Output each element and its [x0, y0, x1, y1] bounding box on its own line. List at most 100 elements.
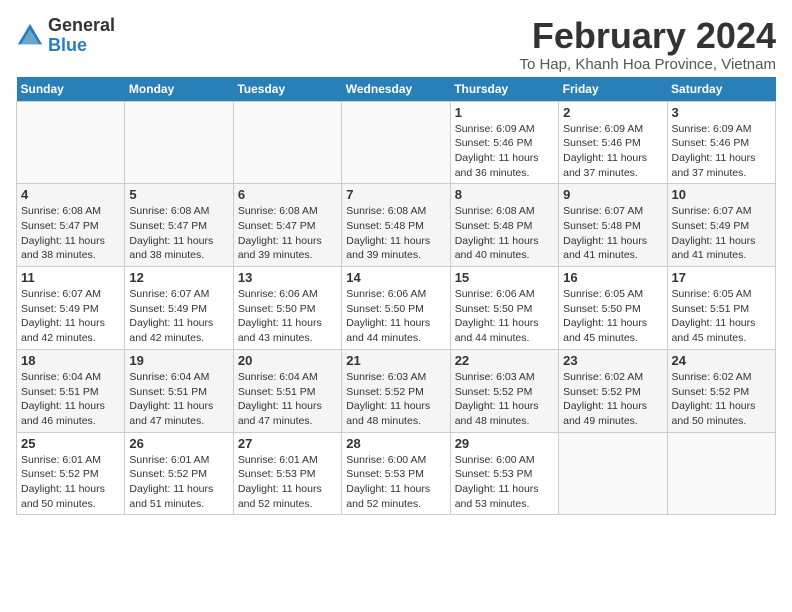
day-info: Sunrise: 6:01 AMSunset: 5:53 PMDaylight:… — [238, 453, 337, 512]
weekday-header-sunday: Sunday — [17, 77, 125, 102]
day-number: 16 — [563, 270, 662, 285]
calendar-cell: 27 Sunrise: 6:01 AMSunset: 5:53 PMDayligh… — [233, 432, 341, 515]
day-number: 27 — [238, 436, 337, 451]
calendar-cell: 6 Sunrise: 6:08 AMSunset: 5:47 PMDaylight… — [233, 184, 341, 267]
calendar-week-row: 18 Sunrise: 6:04 AMSunset: 5:51 PMDayligh… — [17, 349, 776, 432]
day-number: 3 — [672, 105, 771, 120]
calendar-cell: 28 Sunrise: 6:00 AMSunset: 5:53 PMDayligh… — [342, 432, 450, 515]
calendar-cell: 26 Sunrise: 6:01 AMSunset: 5:52 PMDayligh… — [125, 432, 233, 515]
calendar-cell — [559, 432, 667, 515]
day-number: 19 — [129, 353, 228, 368]
calendar-cell: 17 Sunrise: 6:05 AMSunset: 5:51 PMDayligh… — [667, 267, 775, 350]
day-number: 7 — [346, 187, 445, 202]
weekday-header-wednesday: Wednesday — [342, 77, 450, 102]
day-number: 29 — [455, 436, 554, 451]
day-number: 28 — [346, 436, 445, 451]
day-info: Sunrise: 6:06 AMSunset: 5:50 PMDaylight:… — [455, 287, 554, 346]
weekday-header-friday: Friday — [559, 77, 667, 102]
day-number: 24 — [672, 353, 771, 368]
day-number: 8 — [455, 187, 554, 202]
calendar-week-row: 25 Sunrise: 6:01 AMSunset: 5:52 PMDayligh… — [17, 432, 776, 515]
logo-general-text: General — [48, 15, 115, 35]
day-number: 22 — [455, 353, 554, 368]
calendar-cell: 2Sunrise: 6:09 AMSunset: 5:46 PMDaylight… — [559, 101, 667, 184]
day-number: 14 — [346, 270, 445, 285]
calendar-cell — [342, 101, 450, 184]
day-info: Sunrise: 6:02 AMSunset: 5:52 PMDaylight:… — [563, 370, 662, 429]
day-info: Sunrise: 6:04 AMSunset: 5:51 PMDaylight:… — [129, 370, 228, 429]
day-info: Sunrise: 6:07 AMSunset: 5:49 PMDaylight:… — [129, 287, 228, 346]
day-info: Sunrise: 6:08 AMSunset: 5:48 PMDaylight:… — [455, 204, 554, 263]
calendar-cell: 11Sunrise: 6:07 AMSunset: 5:49 PMDayligh… — [17, 267, 125, 350]
weekday-header-tuesday: Tuesday — [233, 77, 341, 102]
day-number: 23 — [563, 353, 662, 368]
calendar-cell: 25 Sunrise: 6:01 AMSunset: 5:52 PMDayligh… — [17, 432, 125, 515]
calendar-cell: 4 Sunrise: 6:08 AMSunset: 5:47 PMDaylight… — [17, 184, 125, 267]
day-info: Sunrise: 6:04 AMSunset: 5:51 PMDaylight:… — [238, 370, 337, 429]
weekday-header-saturday: Saturday — [667, 77, 775, 102]
calendar-cell: 16 Sunrise: 6:05 AMSunset: 5:50 PMDayligh… — [559, 267, 667, 350]
calendar-cell: 19 Sunrise: 6:04 AMSunset: 5:51 PMDayligh… — [125, 349, 233, 432]
calendar-cell: 5 Sunrise: 6:08 AMSunset: 5:47 PMDaylight… — [125, 184, 233, 267]
day-info: Sunrise: 6:03 AMSunset: 5:52 PMDaylight:… — [455, 370, 554, 429]
day-info: Sunrise: 6:05 AMSunset: 5:51 PMDaylight:… — [672, 287, 771, 346]
day-number: 1 — [455, 105, 554, 120]
calendar-cell: 24Sunrise: 6:02 AMSunset: 5:52 PMDayligh… — [667, 349, 775, 432]
calendar-cell: 15 Sunrise: 6:06 AMSunset: 5:50 PMDayligh… — [450, 267, 558, 350]
day-info: Sunrise: 6:06 AMSunset: 5:50 PMDaylight:… — [238, 287, 337, 346]
calendar-cell: 18 Sunrise: 6:04 AMSunset: 5:51 PMDayligh… — [17, 349, 125, 432]
day-number: 4 — [21, 187, 120, 202]
day-number: 2 — [563, 105, 662, 120]
logo: General Blue — [16, 16, 115, 56]
day-number: 9 — [563, 187, 662, 202]
calendar-cell: 10 Sunrise: 6:07 AMSunset: 5:49 PMDayligh… — [667, 184, 775, 267]
day-info: Sunrise: 6:05 AMSunset: 5:50 PMDaylight:… — [563, 287, 662, 346]
calendar-cell — [667, 432, 775, 515]
calendar-cell: 3 Sunrise: 6:09 AMSunset: 5:46 PMDaylight… — [667, 101, 775, 184]
calendar-cell: 13 Sunrise: 6:06 AMSunset: 5:50 PMDayligh… — [233, 267, 341, 350]
day-number: 6 — [238, 187, 337, 202]
day-number: 10 — [672, 187, 771, 202]
calendar-cell: 1Sunrise: 6:09 AMSunset: 5:46 PMDaylight… — [450, 101, 558, 184]
calendar-cell: 8 Sunrise: 6:08 AMSunset: 5:48 PMDaylight… — [450, 184, 558, 267]
calendar-cell: 23 Sunrise: 6:02 AMSunset: 5:52 PMDayligh… — [559, 349, 667, 432]
day-number: 12 — [129, 270, 228, 285]
day-info: Sunrise: 6:08 AMSunset: 5:48 PMDaylight:… — [346, 204, 445, 263]
day-number: 26 — [129, 436, 228, 451]
day-info: Sunrise: 6:01 AMSunset: 5:52 PMDaylight:… — [129, 453, 228, 512]
day-number: 17 — [672, 270, 771, 285]
weekday-header-thursday: Thursday — [450, 77, 558, 102]
day-info: Sunrise: 6:04 AMSunset: 5:51 PMDaylight:… — [21, 370, 120, 429]
day-info: Sunrise: 6:03 AMSunset: 5:52 PMDaylight:… — [346, 370, 445, 429]
logo-blue-text: Blue — [48, 35, 87, 55]
calendar-cell: 22 Sunrise: 6:03 AMSunset: 5:52 PMDayligh… — [450, 349, 558, 432]
calendar-cell: 14 Sunrise: 6:06 AMSunset: 5:50 PMDayligh… — [342, 267, 450, 350]
calendar-cell: 9Sunrise: 6:07 AMSunset: 5:48 PMDaylight… — [559, 184, 667, 267]
day-number: 25 — [21, 436, 120, 451]
day-info: Sunrise: 6:00 AMSunset: 5:53 PMDaylight:… — [346, 453, 445, 512]
calendar-cell: 21Sunrise: 6:03 AMSunset: 5:52 PMDayligh… — [342, 349, 450, 432]
day-info: Sunrise: 6:00 AMSunset: 5:53 PMDaylight:… — [455, 453, 554, 512]
calendar-cell — [17, 101, 125, 184]
calendar-week-row: 1 Sunrise: 6:09 AMSunset: 5:46 PMDaylight… — [17, 101, 776, 184]
calendar-cell: 20Sunrise: 6:04 AMSunset: 5:51 PMDayligh… — [233, 349, 341, 432]
month-title: February 2024 — [519, 16, 776, 56]
calendar-cell — [125, 101, 233, 184]
day-info: Sunrise: 6:01 AMSunset: 5:52 PMDaylight:… — [21, 453, 120, 512]
day-info: Sunrise: 6:08 AMSunset: 5:47 PMDaylight:… — [21, 204, 120, 263]
day-info: Sunrise: 6:08 AMSunset: 5:47 PMDaylight:… — [238, 204, 337, 263]
day-number: 5 — [129, 187, 228, 202]
day-number: 13 — [238, 270, 337, 285]
weekday-header-monday: Monday — [125, 77, 233, 102]
weekday-header-row: SundayMondayTuesdayWednesdayThursdayFrid… — [17, 77, 776, 102]
calendar-week-row: 11 Sunrise: 6:07 AMSunset: 5:49 PMDayligh… — [17, 267, 776, 350]
day-info: Sunrise: 6:08 AMSunset: 5:47 PMDaylight:… — [129, 204, 228, 263]
calendar-cell: 29 Sunrise: 6:00 AMSunset: 5:53 PMDayligh… — [450, 432, 558, 515]
day-info: Sunrise: 6:07 AMSunset: 5:49 PMDaylight:… — [672, 204, 771, 263]
day-info: Sunrise: 6:09 AMSunset: 5:46 PMDaylight:… — [672, 122, 771, 181]
day-number: 11 — [21, 270, 120, 285]
calendar-table: SundayMondayTuesdayWednesdayThursdayFrid… — [16, 77, 776, 516]
day-info: Sunrise: 6:06 AMSunset: 5:50 PMDaylight:… — [346, 287, 445, 346]
day-number: 18 — [21, 353, 120, 368]
day-number: 15 — [455, 270, 554, 285]
